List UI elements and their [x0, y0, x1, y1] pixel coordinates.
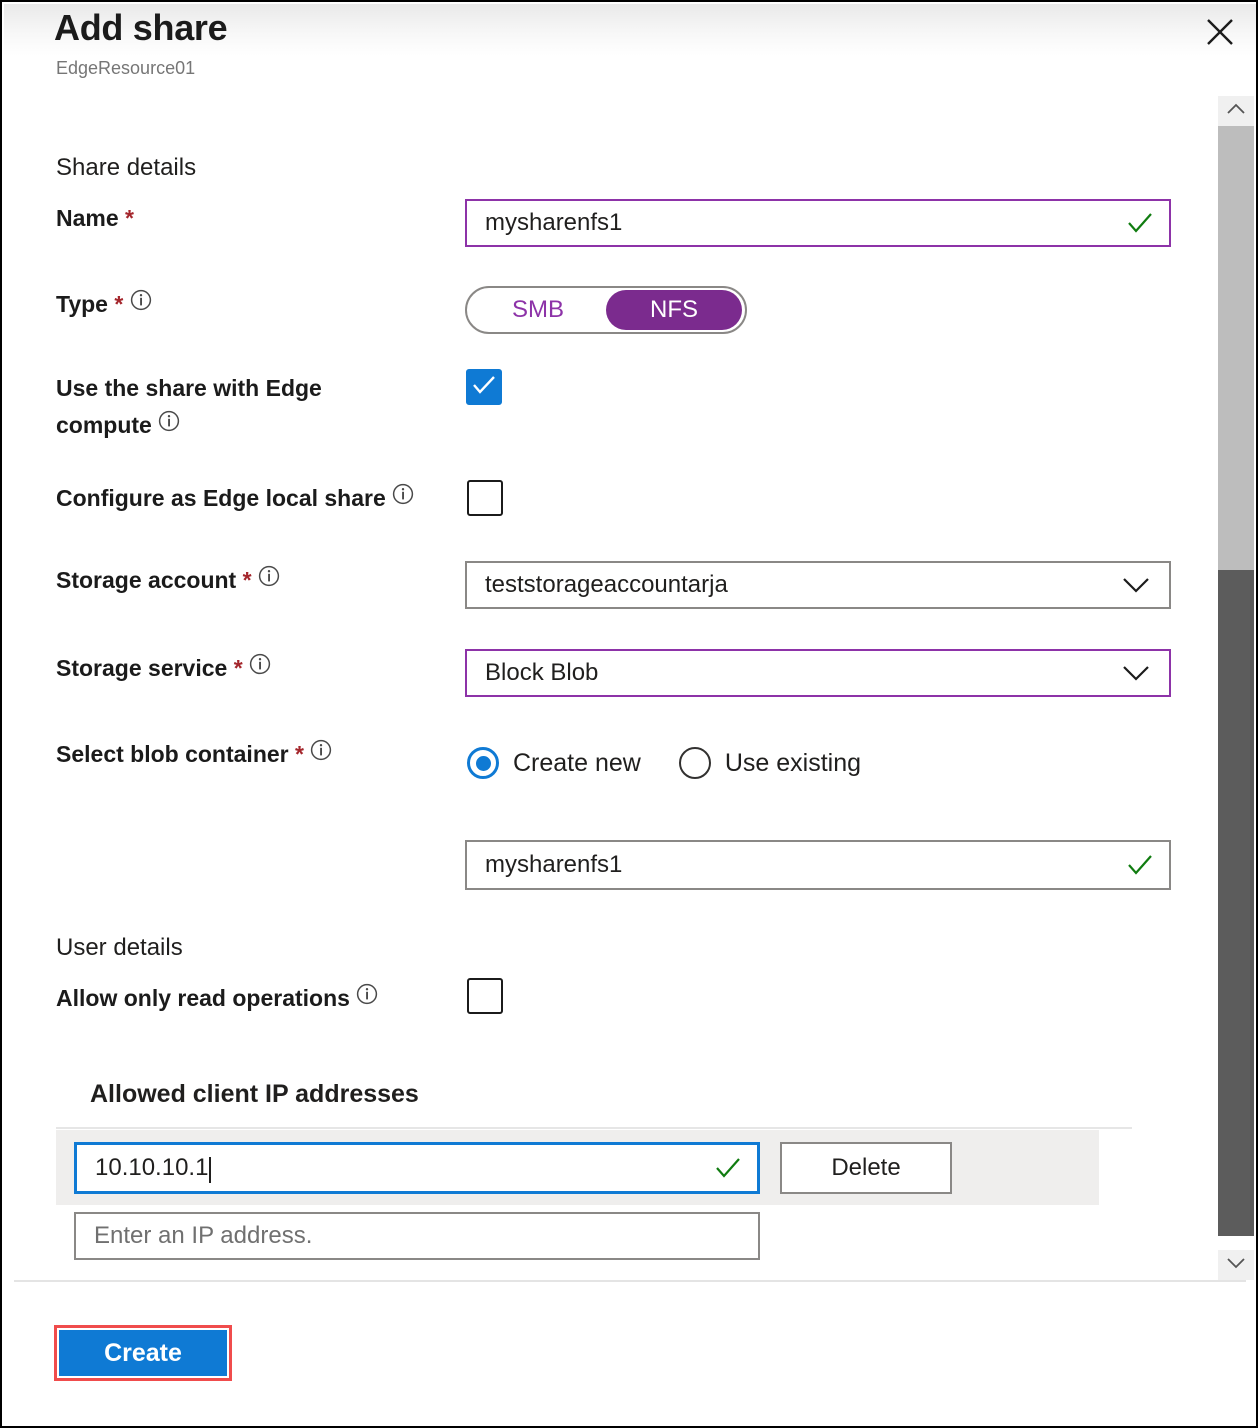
- checkbox-edge-local-share[interactable]: [467, 480, 503, 516]
- name-input[interactable]: mysharenfs1: [465, 199, 1171, 247]
- info-icon[interactable]: [258, 561, 280, 598]
- info-icon[interactable]: [350, 979, 378, 1016]
- chevron-down-icon: [1121, 576, 1151, 594]
- label-storage-service-text: Storage service: [56, 655, 227, 681]
- storage-account-dropdown[interactable]: teststorageaccountarja: [465, 561, 1171, 609]
- scrollbar[interactable]: [1218, 96, 1254, 1280]
- checkbox-edge-compute[interactable]: [466, 369, 502, 405]
- label-allow-read-only-text: Allow only read operations: [56, 985, 350, 1011]
- section-header-share-details: Share details: [56, 154, 196, 182]
- label-edge-compute-line2: compute: [56, 412, 152, 438]
- blob-container-name-value: mysharenfs1: [467, 851, 1127, 879]
- allowed-ip-value-text: 10.10.10.1: [95, 1154, 208, 1181]
- blob-container-name-input[interactable]: mysharenfs1: [465, 840, 1171, 890]
- type-option-smb[interactable]: SMB: [470, 290, 606, 330]
- chevron-up-icon: [1226, 102, 1246, 120]
- delete-ip-button[interactable]: Delete: [780, 1142, 952, 1194]
- add-share-dialog: Add share EdgeResource01 Share details N…: [0, 0, 1258, 1428]
- footer-divider: [14, 1280, 1246, 1282]
- required-asterisk: *: [295, 741, 304, 767]
- radio-button-icon: [679, 747, 711, 779]
- info-icon[interactable]: [310, 735, 332, 772]
- dialog-subtitle: EdgeResource01: [56, 58, 195, 79]
- scrollbar-down-button[interactable]: [1218, 1250, 1254, 1280]
- radio-create-new[interactable]: Create new: [467, 747, 641, 779]
- allowed-ips-separator: [56, 1127, 1132, 1129]
- label-storage-service: Storage service *: [56, 650, 271, 688]
- required-asterisk: *: [234, 655, 243, 681]
- allowed-ip-value: 10.10.10.1: [77, 1154, 715, 1182]
- type-option-nfs[interactable]: NFS: [606, 290, 742, 330]
- label-edge-compute: Use the share with Edge compute: [56, 370, 436, 445]
- info-icon[interactable]: [249, 649, 271, 686]
- create-button-highlight: Create: [54, 1325, 232, 1381]
- storage-service-value: Block Blob: [467, 659, 1121, 687]
- label-blob-container: Select blob container *: [56, 736, 332, 774]
- chevron-down-icon: [1121, 664, 1151, 682]
- text-cursor: [209, 1157, 211, 1183]
- valid-check-icon: [715, 1157, 741, 1179]
- chevron-down-icon: [1226, 1256, 1246, 1274]
- radio-button-icon: [467, 747, 499, 779]
- storage-service-dropdown[interactable]: Block Blob: [465, 649, 1171, 697]
- new-ip-input[interactable]: Enter an IP address.: [74, 1212, 760, 1260]
- label-name-text: Name: [56, 205, 119, 231]
- label-edge-local-share: Configure as Edge local share: [56, 480, 414, 518]
- radio-create-new-label: Create new: [513, 749, 641, 778]
- valid-check-icon: [1127, 854, 1153, 876]
- info-icon[interactable]: [386, 479, 414, 516]
- label-storage-account-text: Storage account: [56, 567, 236, 593]
- checkmark-icon: [472, 375, 496, 400]
- allowed-ips-heading: Allowed client IP addresses: [90, 1080, 419, 1109]
- close-icon: [1205, 17, 1235, 47]
- info-icon[interactable]: [152, 406, 180, 443]
- storage-account-value: teststorageaccountarja: [467, 571, 1121, 599]
- type-toggle[interactable]: SMB NFS: [465, 286, 747, 334]
- new-ip-placeholder: Enter an IP address.: [76, 1222, 758, 1250]
- section-header-user-details: User details: [56, 934, 183, 962]
- close-button[interactable]: [1198, 10, 1242, 54]
- label-name: Name *: [56, 200, 134, 237]
- scrollbar-up-button[interactable]: [1218, 96, 1254, 126]
- scrollbar-thumb[interactable]: [1218, 570, 1254, 1236]
- label-storage-account: Storage account *: [56, 562, 280, 600]
- required-asterisk: *: [125, 205, 134, 231]
- radio-use-existing[interactable]: Use existing: [679, 747, 861, 779]
- label-type-text: Type: [56, 291, 108, 317]
- label-type: Type *: [56, 286, 152, 324]
- name-input-value: mysharenfs1: [467, 209, 1127, 237]
- label-allow-read-only: Allow only read operations: [56, 980, 378, 1018]
- blob-container-radio-group: Create new Use existing: [467, 747, 861, 779]
- label-edge-local-share-text: Configure as Edge local share: [56, 485, 386, 511]
- radio-use-existing-label: Use existing: [725, 749, 861, 778]
- checkbox-allow-read-only[interactable]: [467, 978, 503, 1014]
- valid-check-icon: [1127, 212, 1153, 234]
- label-blob-container-text: Select blob container: [56, 741, 289, 767]
- allowed-ip-input[interactable]: 10.10.10.1: [74, 1142, 760, 1194]
- label-edge-compute-line1: Use the share with Edge: [56, 375, 322, 401]
- create-button[interactable]: Create: [59, 1330, 227, 1376]
- scrollbar-track-upper[interactable]: [1218, 126, 1254, 570]
- required-asterisk: *: [243, 567, 252, 593]
- info-icon[interactable]: [130, 285, 152, 322]
- required-asterisk: *: [114, 291, 123, 317]
- page-title: Add share: [54, 7, 227, 49]
